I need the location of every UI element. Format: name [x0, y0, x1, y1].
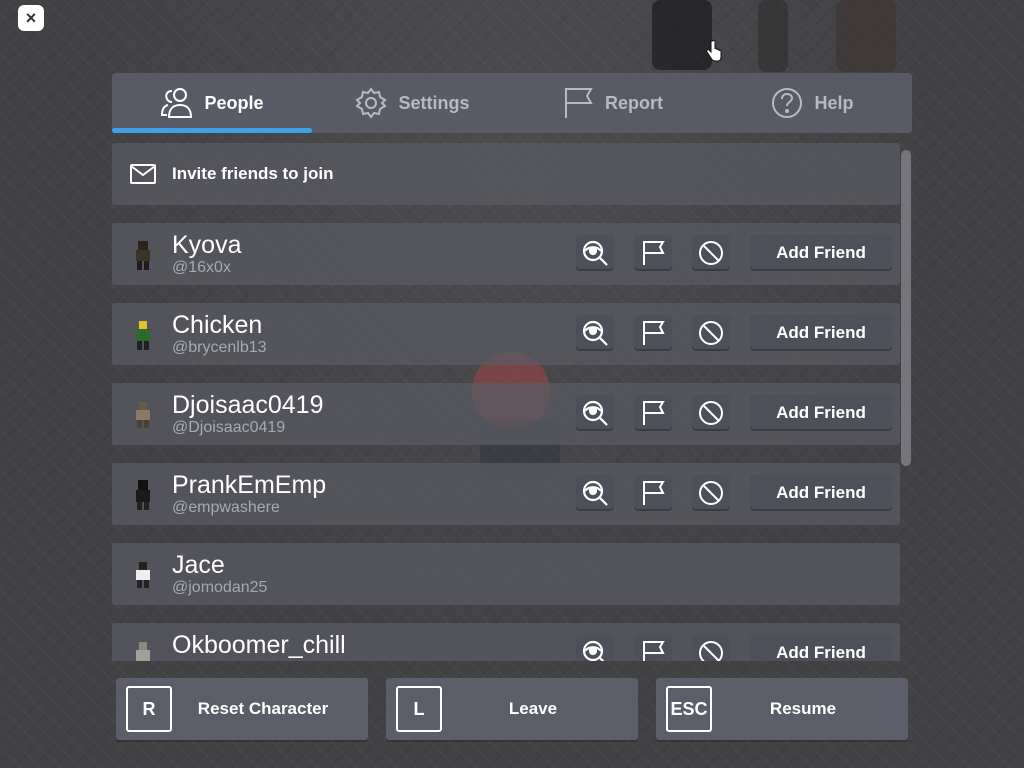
player-row: Djoisaac0419 @Djoisaac0419 Add Friend [112, 383, 900, 445]
close-icon: × [25, 7, 37, 28]
inspect-button[interactable] [576, 235, 614, 271]
reset-label: Reset Character [197, 699, 329, 718]
player-username: @brycenlb13 [172, 339, 267, 356]
inspect-button[interactable] [576, 635, 614, 661]
block-icon [699, 321, 723, 345]
flag-icon [643, 401, 665, 425]
flag-icon [643, 321, 665, 345]
player-list: Invite friends to join Kyova @16x0x Add … [112, 143, 902, 661]
add-friend-button[interactable]: Add Friend [750, 395, 892, 431]
leave-label: Leave [508, 699, 558, 718]
flag-icon [643, 481, 665, 505]
add-friend-button[interactable]: Add Friend [750, 235, 892, 271]
block-icon [699, 641, 723, 661]
resume-hotkey: ESC [666, 686, 712, 732]
inspect-eye-icon [582, 240, 608, 266]
player-display-name: PrankEmEmp [172, 471, 327, 499]
player-display-name: Okboomer_chill [172, 631, 346, 659]
reset-character-button[interactable]: R Reset Character [116, 678, 368, 740]
tab-label: Report [605, 92, 663, 113]
player-row: PrankEmEmp @empwashere Add Friend [112, 463, 900, 525]
inspect-button[interactable] [576, 395, 614, 431]
block-player-button[interactable] [692, 635, 730, 661]
player-row: Kyova @16x0x Add Friend [112, 223, 900, 285]
player-actions: Add Friend [576, 315, 892, 351]
background-avatar [758, 0, 788, 72]
player-display-name: Djoisaac0419 [172, 391, 324, 419]
tab-label: People [204, 92, 264, 113]
resume-button[interactable]: ESC Resume [656, 678, 908, 740]
leave-hotkey: L [396, 686, 442, 732]
invite-friends-row[interactable]: Invite friends to join [112, 143, 900, 205]
player-actions: Add Friend [576, 635, 892, 661]
tab-report[interactable]: Report [512, 73, 712, 133]
player-avatar [136, 562, 150, 588]
close-button[interactable]: × [18, 5, 44, 31]
player-list-scrollbar[interactable] [901, 150, 911, 466]
tab-people[interactable]: People [112, 73, 312, 133]
player-display-name: Jace [172, 551, 225, 579]
inspect-button[interactable] [576, 475, 614, 511]
block-player-button[interactable] [692, 315, 730, 351]
report-player-button[interactable] [634, 475, 672, 511]
player-username: @16x0x [172, 259, 231, 276]
report-player-button[interactable] [634, 315, 672, 351]
background-avatar [836, 0, 896, 72]
block-player-button[interactable] [692, 395, 730, 431]
leave-button[interactable]: L Leave [386, 678, 638, 740]
player-row: Chicken @brycenlb13 Add Friend [112, 303, 900, 365]
gear-icon [355, 87, 388, 119]
player-avatar [136, 321, 150, 350]
inspect-eye-icon [582, 400, 608, 426]
player-display-name: Kyova [172, 231, 242, 259]
add-friend-button[interactable]: Add Friend [750, 635, 892, 661]
reset-hotkey: R [126, 686, 172, 732]
player-avatar [136, 241, 150, 270]
player-display-name: Chicken [172, 311, 263, 339]
player-username: @jomodan25 [172, 579, 268, 596]
player-actions: Add Friend [576, 395, 892, 431]
mail-icon [130, 164, 156, 184]
inspect-button[interactable] [576, 315, 614, 351]
resume-label: Resume [769, 699, 837, 718]
background-avatar [652, 0, 712, 70]
tab-settings[interactable]: Settings [312, 73, 512, 133]
inspect-eye-icon [582, 480, 608, 506]
add-friend-button[interactable]: Add Friend [750, 315, 892, 351]
people-icon [161, 88, 193, 118]
block-player-button[interactable] [692, 475, 730, 511]
flag-icon [643, 241, 665, 265]
inspect-eye-icon [582, 640, 605, 661]
player-username: @empwashere [172, 499, 280, 516]
report-player-button[interactable] [634, 395, 672, 431]
block-icon [699, 401, 723, 425]
player-row-self: Jace @jomodan25 [112, 543, 900, 605]
menu-tab-bar: People Settings Report Help [112, 73, 912, 133]
add-friend-button[interactable]: Add Friend [750, 475, 892, 511]
hand-cursor-icon [706, 40, 722, 62]
help-icon [772, 88, 803, 118]
tab-help[interactable]: Help [712, 73, 912, 133]
player-username: @Djoisaac0419 [172, 419, 286, 436]
block-icon [699, 241, 723, 265]
player-avatar [136, 402, 150, 428]
invite-label: Invite friends to join [172, 164, 334, 183]
flag-icon [565, 88, 593, 118]
player-actions: Add Friend [576, 475, 892, 511]
player-avatar [136, 642, 150, 661]
block-icon [699, 481, 723, 505]
player-row: Okboomer_chill Add Friend [112, 623, 900, 661]
tab-label: Settings [398, 92, 470, 113]
report-player-button[interactable] [634, 635, 672, 661]
flag-icon [643, 641, 665, 661]
player-actions: Add Friend [576, 235, 892, 271]
player-avatar [136, 480, 150, 510]
tab-label: Help [814, 92, 854, 113]
inspect-eye-icon [582, 320, 608, 346]
block-player-button[interactable] [692, 235, 730, 271]
report-player-button[interactable] [634, 235, 672, 271]
